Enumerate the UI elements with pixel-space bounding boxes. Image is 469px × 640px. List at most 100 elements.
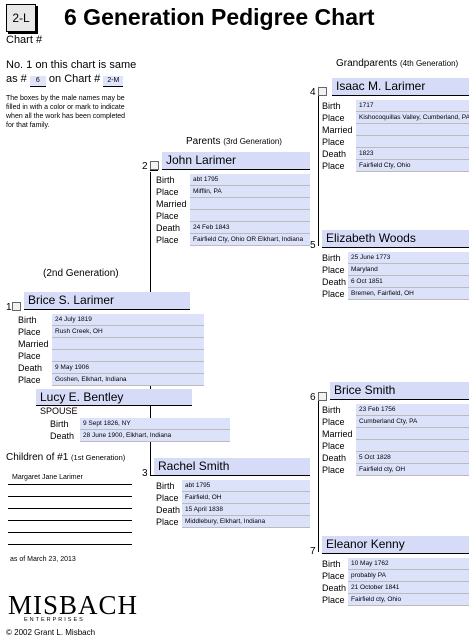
person-1-death[interactable]: 9 May 1906 bbox=[52, 362, 204, 374]
person-4-name[interactable]: Isaac M. Larimer bbox=[332, 78, 469, 96]
person-4-married-place[interactable] bbox=[356, 136, 469, 148]
person-6-married[interactable] bbox=[356, 428, 469, 440]
death-label: Death bbox=[322, 453, 347, 463]
person-6-death[interactable]: 5 Oct 1828 bbox=[356, 452, 469, 464]
place-label: Place bbox=[322, 465, 345, 475]
page-title: 6 Generation Pedigree Chart bbox=[64, 4, 375, 30]
person-7-death[interactable]: 21 October 1841 bbox=[348, 582, 469, 594]
person-7-name[interactable]: Eleanor Kenny bbox=[322, 536, 469, 554]
place-label: Place bbox=[156, 517, 179, 527]
person-1-birth[interactable]: 24 July 1819 bbox=[52, 314, 204, 326]
person-2-birth-place[interactable]: Mifflin, PA bbox=[190, 186, 310, 198]
person-number-7: 7 bbox=[310, 546, 316, 557]
birth-label: Birth bbox=[322, 253, 341, 263]
person-number-1: 1 bbox=[6, 302, 12, 313]
person-4-birth[interactable]: 1717 bbox=[356, 100, 469, 112]
child-1[interactable]: Margaret Jane Larimer bbox=[12, 474, 83, 481]
person-7-birth-place[interactable]: probably PA bbox=[348, 570, 469, 582]
person-3-birth-place[interactable]: Fairfield, OH bbox=[182, 492, 310, 504]
person-7-birth-place-row: Place probably PA bbox=[322, 570, 469, 582]
place-label: Place bbox=[156, 187, 179, 197]
person-2-death[interactable]: 24 Feb 1843 bbox=[190, 222, 310, 234]
person-3-birth[interactable]: abt 1795 bbox=[182, 480, 310, 492]
connector-6-7 bbox=[318, 400, 319, 552]
person-7-birth[interactable]: 10 May 1762 bbox=[348, 558, 469, 570]
person-2-married-place[interactable] bbox=[190, 210, 310, 222]
person-4-birth-place[interactable]: Kishocoquillas Valley, Cumberland, PA bbox=[356, 112, 469, 124]
person-6-married-place-row: Place bbox=[322, 440, 469, 452]
person-2-birth[interactable]: abt 1795 bbox=[190, 174, 310, 186]
person-3-name[interactable]: Rachel Smith bbox=[154, 458, 310, 476]
grandparents-gen: (4th Generation) bbox=[399, 59, 459, 68]
person-7-death-place-row: Place Fairfield cty, Ohio bbox=[322, 594, 469, 606]
person-number-5: 5 bbox=[310, 240, 316, 251]
completion-checkbox-6[interactable] bbox=[318, 392, 327, 401]
misbach-logo-sub: ENTERPRISES bbox=[24, 617, 85, 623]
person-1-birth-row: Birth 24 July 1819 bbox=[18, 314, 204, 326]
birth-label: Birth bbox=[50, 419, 69, 429]
spouse-birth[interactable]: 9 Sept 1826, NY bbox=[80, 418, 230, 430]
person-3-death[interactable]: 15 April 1838 bbox=[182, 504, 310, 516]
person-4-birth-row: Birth 1717 bbox=[322, 100, 469, 112]
person-4-married[interactable] bbox=[356, 124, 469, 136]
same-as-number-field[interactable]: 6 bbox=[29, 76, 46, 87]
person-1-married[interactable] bbox=[52, 338, 204, 350]
person-6-married-place[interactable] bbox=[356, 440, 469, 452]
person-2-death-place[interactable]: Fairfield Cty, Ohio OR Elkhart, Indiana bbox=[190, 234, 310, 246]
completion-checkbox-1[interactable] bbox=[12, 302, 21, 311]
person-1-birth-place[interactable]: Rush Creek, OH bbox=[52, 326, 204, 338]
person-5-birth[interactable]: 25 June 1773 bbox=[348, 252, 469, 264]
married-label: Married bbox=[322, 429, 353, 439]
person-2-married-row: Married bbox=[156, 198, 310, 210]
child-line-5 bbox=[8, 532, 132, 533]
person-7-death-place[interactable]: Fairfield cty, Ohio bbox=[348, 594, 469, 606]
person-5-death-place[interactable]: Bremen, Fairfield, OH bbox=[348, 288, 469, 300]
person-4-birth-place-row: Place Kishocoquillas Valley, Cumberland, … bbox=[322, 112, 469, 124]
place-label: Place bbox=[322, 289, 345, 299]
child-line-3 bbox=[8, 508, 132, 509]
person-6-death-place[interactable]: Fairfield cty, OH bbox=[356, 464, 469, 476]
completion-checkbox-4[interactable] bbox=[318, 87, 327, 96]
person-5-name[interactable]: Elizabeth Woods bbox=[322, 230, 469, 248]
child-line-4 bbox=[8, 520, 132, 521]
place-label: Place bbox=[156, 235, 179, 245]
place-label: Place bbox=[322, 595, 345, 605]
second-generation-heading: (2nd Generation) bbox=[43, 268, 119, 279]
person-6-birth-place[interactable]: Cumberland Cty, PA bbox=[356, 416, 469, 428]
chart-number-box[interactable]: 2-L bbox=[6, 4, 36, 32]
child-line-1 bbox=[8, 484, 132, 485]
chart-ref-field[interactable]: 2-M bbox=[103, 76, 124, 87]
person-4-death-row: Death 1823 bbox=[322, 148, 469, 160]
death-label: Death bbox=[322, 277, 347, 287]
birth-label: Birth bbox=[322, 101, 341, 111]
person-2-married-place-row: Place bbox=[156, 210, 310, 222]
birth-label: Birth bbox=[322, 405, 341, 415]
person-4-death[interactable]: 1823 bbox=[356, 148, 469, 160]
spouse-death-row: Death 28 June 1900, Elkhart, Indiana bbox=[50, 430, 230, 442]
person-3-death-row: Death 15 April 1838 bbox=[156, 504, 310, 516]
person-1-married-place[interactable] bbox=[52, 350, 204, 362]
person-1-death-place-row: Place Goshen, Elkhart, Indiana bbox=[18, 374, 204, 386]
place-label: Place bbox=[322, 441, 345, 451]
person-1-death-place[interactable]: Goshen, Elkhart, Indiana bbox=[52, 374, 204, 386]
birth-label: Birth bbox=[18, 315, 37, 325]
person-6-birth[interactable]: 23 Feb 1756 bbox=[356, 404, 469, 416]
birth-label: Birth bbox=[156, 481, 175, 491]
spouse-death[interactable]: 28 June 1900, Elkhart, Indiana bbox=[80, 430, 230, 442]
person-5-death[interactable]: 6 Oct 1851 bbox=[348, 276, 469, 288]
person-5-birth-place[interactable]: Maryland bbox=[348, 264, 469, 276]
connector-2-3-upper bbox=[150, 172, 151, 298]
place-label: Place bbox=[156, 493, 179, 503]
person-5-death-place-row: Place Bremen, Fairfield, OH bbox=[322, 288, 469, 300]
person-2-married[interactable] bbox=[190, 198, 310, 210]
person-3-death-place[interactable]: Middlebury, Elkhart, Indiana bbox=[182, 516, 310, 528]
completion-checkbox-2[interactable] bbox=[150, 161, 159, 170]
person-4-death-place[interactable]: Fairfield Cty, Ohio bbox=[356, 160, 469, 172]
person-2-name[interactable]: John Larimer bbox=[162, 152, 310, 170]
place-label: Place bbox=[18, 375, 41, 385]
person-6-name[interactable]: Brice Smith bbox=[330, 382, 469, 400]
person-5-birth-row: Birth 25 June 1773 bbox=[322, 252, 469, 264]
spouse-name[interactable]: Lucy E. Bentley bbox=[36, 389, 192, 406]
person-2-death-place-row: Place Fairfield Cty, Ohio OR Elkhart, Ind… bbox=[156, 234, 310, 246]
person-1-name[interactable]: Brice S. Larimer bbox=[24, 292, 190, 310]
